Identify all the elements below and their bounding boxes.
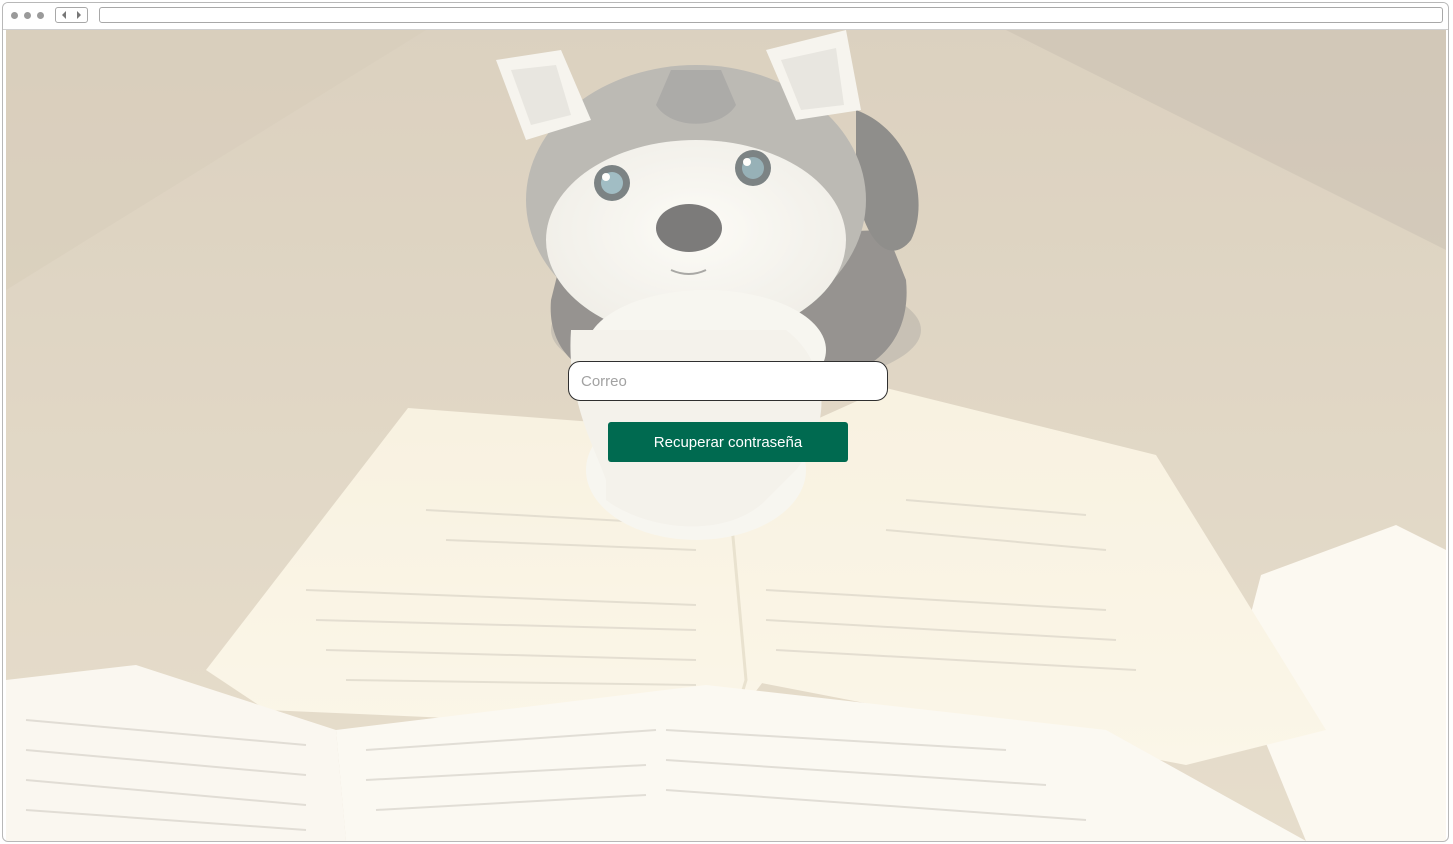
browser-window: Recuperar contraseña xyxy=(2,2,1449,842)
window-dot-icon xyxy=(24,12,31,19)
window-dot-icon xyxy=(11,12,18,19)
browser-toolbar xyxy=(3,3,1448,30)
window-dot-icon xyxy=(37,12,44,19)
address-bar[interactable] xyxy=(99,7,1443,23)
chevron-right-icon[interactable] xyxy=(72,8,88,22)
navigation-buttons xyxy=(55,7,88,23)
email-field[interactable] xyxy=(568,361,888,401)
recover-password-button[interactable]: Recuperar contraseña xyxy=(608,422,848,462)
page-viewport: Recuperar contraseña xyxy=(6,30,1446,841)
chevron-left-icon[interactable] xyxy=(56,8,72,22)
